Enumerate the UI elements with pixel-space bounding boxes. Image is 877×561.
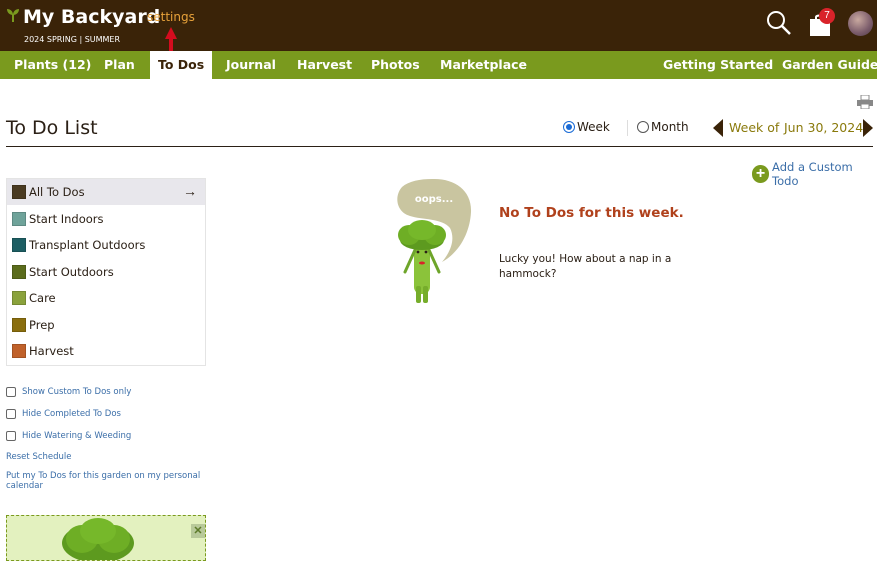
broccoli-icon bbox=[62, 518, 134, 560]
category-prep[interactable]: Prep bbox=[7, 312, 205, 338]
close-icon[interactable]: ✕ bbox=[191, 524, 205, 538]
empty-state-message: Lucky you! How about a nap in a hammock? bbox=[499, 253, 672, 280]
settings-link[interactable]: settings bbox=[147, 10, 195, 24]
category-list: All To Dos → Start Indoors Transplant Ou… bbox=[6, 178, 206, 366]
category-label: Start Indoors bbox=[29, 212, 104, 226]
printer-icon[interactable] bbox=[857, 95, 873, 109]
tab-photos[interactable]: Photos bbox=[371, 51, 420, 79]
tab-garden-guide[interactable]: Garden Guide bbox=[782, 51, 877, 79]
category-start-outdoors[interactable]: Start Outdoors bbox=[7, 259, 205, 285]
option-label: Hide Completed To Dos bbox=[22, 409, 121, 419]
category-transplant-outdoors[interactable]: Transplant Outdoors bbox=[7, 232, 205, 258]
plus-circle-icon: + bbox=[752, 165, 770, 183]
category-swatch bbox=[12, 212, 26, 226]
category-swatch bbox=[12, 344, 26, 358]
add-custom-todo-label: Add a Custom Todo bbox=[772, 160, 853, 188]
arrow-right-icon: → bbox=[183, 183, 197, 199]
view-month-label: Month bbox=[651, 120, 689, 134]
empty-state-title: No To Dos for this week. bbox=[499, 205, 684, 221]
category-label: Care bbox=[29, 291, 56, 305]
category-care[interactable]: Care bbox=[7, 285, 205, 311]
season-label: 2024 SPRING | SUMMER bbox=[24, 35, 121, 44]
tab-plan[interactable]: Plan bbox=[104, 51, 135, 79]
option-label: Show Custom To Dos only bbox=[22, 387, 132, 397]
tab-todos[interactable]: To Dos bbox=[150, 51, 213, 79]
tab-marketplace[interactable]: Marketplace bbox=[440, 51, 527, 79]
category-label: Harvest bbox=[29, 344, 74, 358]
app-title[interactable]: My Backyard bbox=[23, 6, 160, 28]
personal-calendar-link[interactable]: Put my To Dos for this garden on my pers… bbox=[6, 471, 206, 491]
view-month-radio[interactable]: Month bbox=[637, 120, 689, 134]
tab-getting-started[interactable]: Getting Started bbox=[663, 51, 773, 79]
broccoli-mascot-icon: oops... bbox=[397, 178, 472, 303]
checkbox-icon bbox=[6, 431, 16, 441]
week-date: Jun 30, 2024 bbox=[784, 120, 864, 135]
sprout-icon bbox=[7, 9, 19, 22]
radio-unchecked-icon bbox=[637, 121, 649, 133]
tab-harvest[interactable]: Harvest bbox=[297, 51, 352, 79]
radio-checked-icon bbox=[563, 121, 575, 133]
hide-completed-checkbox[interactable]: Hide Completed To Dos bbox=[6, 409, 121, 419]
category-label: Prep bbox=[29, 318, 55, 332]
view-week-label: Week bbox=[577, 120, 610, 134]
category-label: Transplant Outdoors bbox=[29, 238, 146, 252]
checkbox-icon bbox=[6, 387, 16, 397]
avatar[interactable] bbox=[848, 11, 873, 36]
promo-banner: ✕ bbox=[6, 515, 206, 561]
category-swatch bbox=[12, 291, 26, 305]
main-nav: Plants (12) Plan To Dos Journal Harvest … bbox=[0, 51, 877, 79]
search-icon[interactable] bbox=[766, 10, 792, 36]
top-header: My Backyard settings 2024 SPRING | SUMME… bbox=[0, 0, 877, 63]
prev-week-icon[interactable] bbox=[713, 119, 723, 137]
add-custom-todo-button[interactable]: + Add a Custom Todo bbox=[752, 160, 877, 188]
category-swatch bbox=[12, 265, 26, 279]
show-custom-only-checkbox[interactable]: Show Custom To Dos only bbox=[6, 387, 131, 397]
hide-watering-checkbox[interactable]: Hide Watering & Weeding bbox=[6, 431, 131, 441]
category-start-indoors[interactable]: Start Indoors bbox=[7, 206, 205, 232]
category-label: All To Dos bbox=[29, 185, 85, 199]
checkbox-icon bbox=[6, 409, 16, 419]
mascot-bubble-text: oops... bbox=[415, 194, 453, 205]
divider bbox=[627, 120, 628, 136]
category-all-todos[interactable]: All To Dos → bbox=[7, 179, 205, 205]
notification-badge: 7 bbox=[819, 8, 835, 24]
category-harvest[interactable]: Harvest bbox=[7, 338, 205, 364]
category-swatch bbox=[12, 318, 26, 332]
category-label: Start Outdoors bbox=[29, 265, 114, 279]
tab-journal[interactable]: Journal bbox=[226, 51, 276, 79]
page-title: To Do List bbox=[6, 117, 98, 139]
category-swatch bbox=[12, 185, 26, 199]
tab-plants[interactable]: Plants (12) bbox=[14, 51, 91, 79]
title-divider bbox=[6, 146, 873, 147]
week-prefix: Week of bbox=[729, 120, 780, 135]
reset-schedule-link[interactable]: Reset Schedule bbox=[6, 452, 206, 462]
option-label: Hide Watering & Weeding bbox=[22, 431, 132, 441]
category-swatch bbox=[12, 238, 26, 252]
next-week-icon[interactable] bbox=[863, 119, 873, 137]
view-week-radio[interactable]: Week bbox=[563, 120, 610, 134]
